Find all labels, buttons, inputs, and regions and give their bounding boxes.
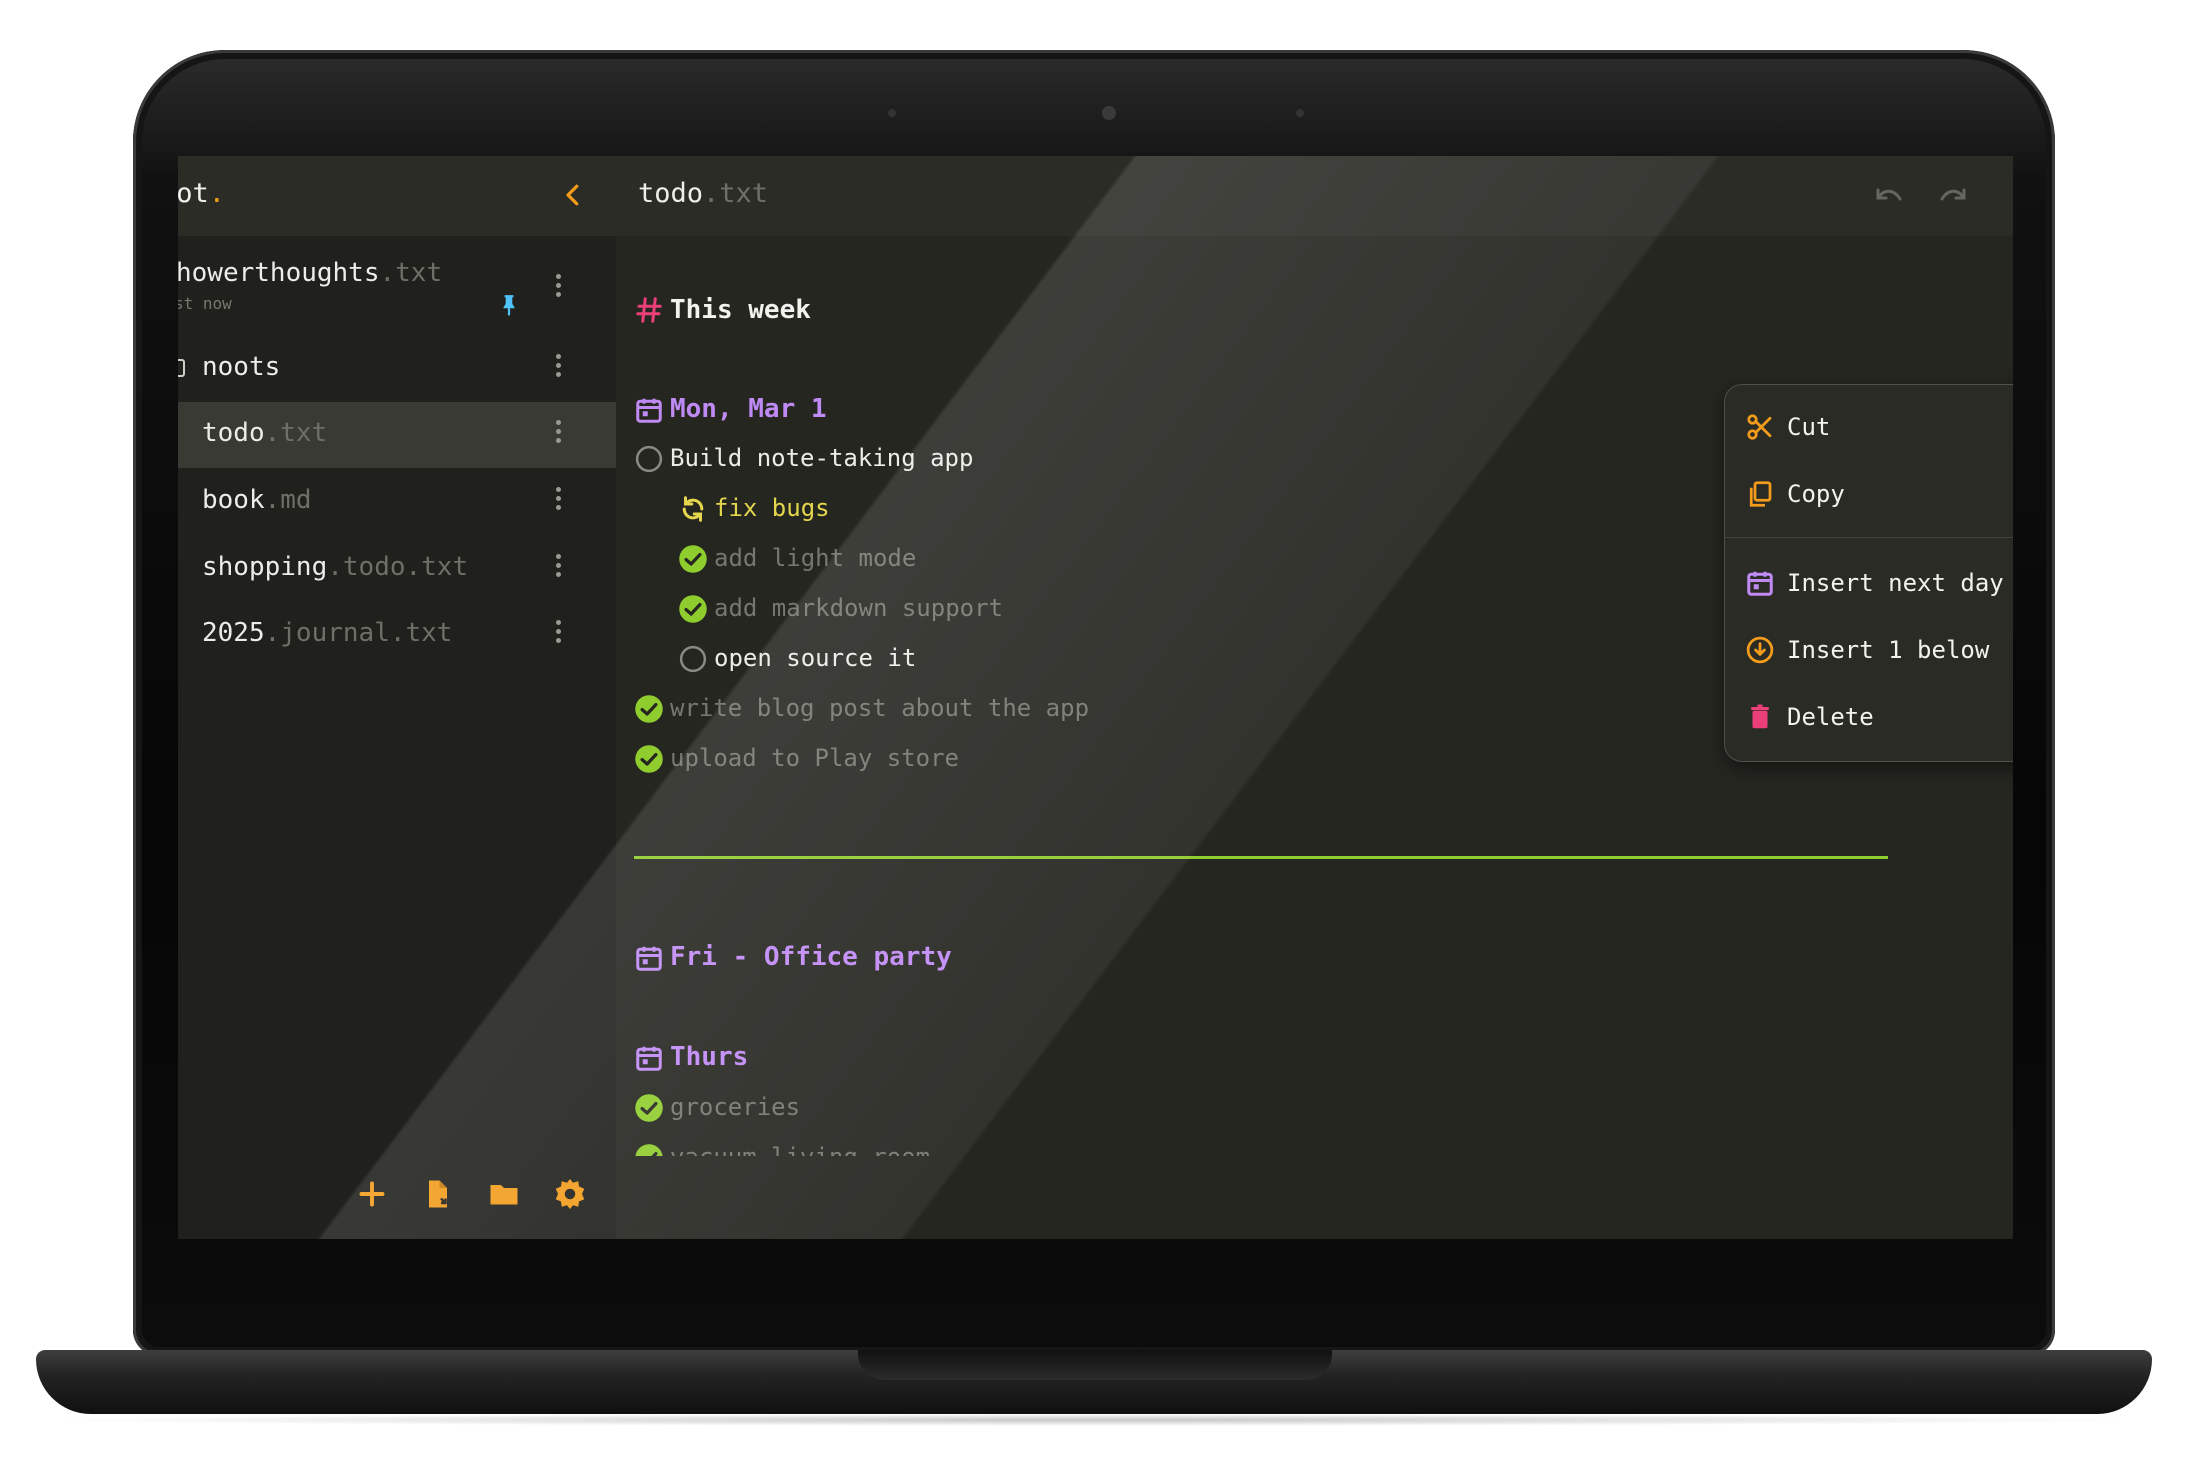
gear-icon[interactable] (552, 1176, 588, 1212)
menu-separator (1725, 537, 2013, 538)
file-name: book.md (202, 485, 312, 515)
more-icon[interactable] (552, 620, 564, 650)
in-progress-icon[interactable] (678, 494, 708, 524)
task-text[interactable]: upload to Play store (670, 744, 959, 772)
menu-item-copy[interactable]: Copy (1725, 464, 2013, 524)
app-screen: oot. howerthoughts.txt st now noots todo… (178, 156, 2013, 1239)
check-circle-icon[interactable] (678, 594, 708, 624)
unchecked-circle-icon[interactable] (678, 644, 708, 674)
unchecked-circle-icon[interactable] (634, 444, 664, 474)
date-heading[interactable]: Thurs (670, 1042, 748, 1072)
task-text[interactable]: groceries (670, 1093, 800, 1121)
task-text[interactable]: write blog post about the app (670, 694, 1089, 722)
check-circle-icon[interactable] (634, 744, 664, 774)
editor: todo.txt This week Mon, Mar 1 Build note… (616, 156, 2013, 1239)
task-text[interactable]: fix bugs (714, 494, 830, 522)
sidebar: oot. howerthoughts.txt st now noots todo… (178, 156, 616, 1239)
more-icon[interactable] (552, 554, 564, 584)
folder-outline-icon (178, 359, 185, 377)
calendar-icon (636, 398, 662, 423)
sidebar-item-howerthoughts[interactable]: howerthoughts.txt st now (178, 244, 616, 334)
folder-icon[interactable] (486, 1176, 522, 1212)
task-text[interactable]: open source it (714, 644, 916, 672)
trash-icon (1751, 704, 1769, 729)
more-icon[interactable] (552, 420, 564, 450)
hash-icon (636, 297, 662, 323)
menu-item-cut[interactable]: Cut (1725, 397, 2013, 457)
sensor-right (1296, 109, 1304, 117)
check-circle-icon[interactable] (634, 1093, 664, 1123)
file-modified-time: st now (178, 294, 232, 313)
task-text[interactable]: add markdown support (714, 594, 1003, 622)
sidebar-item-book[interactable]: book.md (178, 469, 616, 535)
undo-icon[interactable] (1870, 182, 1906, 210)
file-name: 2025.journal.txt (202, 618, 453, 648)
date-heading[interactable]: Fri - Office party (670, 942, 952, 972)
menu-item-insert-below[interactable]: Insert 1 below (1725, 620, 2013, 680)
pin-icon (503, 295, 515, 316)
file-name: todo.txt (202, 418, 328, 448)
check-circle-icon[interactable] (634, 694, 664, 724)
menu-item-delete[interactable]: Delete (1725, 687, 2013, 747)
sidebar-item-todo[interactable]: todo.txt (178, 402, 616, 468)
horizontal-rule (634, 856, 1888, 859)
calendar-icon (636, 1046, 662, 1071)
date-heading[interactable]: Mon, Mar 1 (670, 394, 827, 424)
app-logo: oot. (178, 178, 226, 209)
more-icon[interactable] (552, 354, 564, 384)
webcam (1102, 106, 1116, 120)
more-icon[interactable] (552, 274, 564, 304)
editor-header: todo.txt (616, 156, 2013, 236)
section-heading[interactable]: This week (670, 295, 811, 325)
folder-name: noots (202, 352, 281, 382)
sidebar-header: oot. (178, 156, 616, 236)
file-name: shopping.todo.txt (202, 552, 469, 582)
editor-bottom-mask (616, 1156, 2013, 1239)
copy-icon (1749, 481, 1772, 507)
laptop-hinge-notch (858, 1350, 1332, 1380)
task-text[interactable]: Build note-taking app (670, 444, 973, 472)
redo-icon[interactable] (1936, 182, 1972, 210)
menu-item-insert-next-day[interactable]: Insert next day (1725, 553, 2013, 613)
task-text[interactable]: add light mode (714, 544, 916, 572)
new-file-icon[interactable] (420, 1176, 456, 1212)
laptop-shadow (40, 1414, 2148, 1426)
insert-below-icon (1746, 636, 1774, 664)
sensor-left (888, 109, 896, 117)
context-menu: Cut Copy Insert next day Insert 1 below … (1724, 384, 2013, 762)
more-icon[interactable] (552, 487, 564, 517)
check-circle-icon[interactable] (678, 544, 708, 574)
file-title: todo.txt (638, 178, 769, 209)
chevron-left-icon[interactable] (558, 180, 588, 210)
scissors-icon (1747, 414, 1772, 440)
sidebar-footer (354, 1176, 594, 1216)
sidebar-item-noots[interactable]: noots (178, 336, 616, 402)
calendar-icon (636, 946, 662, 971)
sidebar-item-shopping[interactable]: shopping.todo.txt (178, 536, 616, 602)
plus-icon[interactable] (354, 1176, 390, 1212)
sidebar-item-2025[interactable]: 2025.journal.txt (178, 602, 616, 668)
file-name: howerthoughts.txt (178, 258, 443, 288)
calendar-icon (1747, 571, 1773, 596)
